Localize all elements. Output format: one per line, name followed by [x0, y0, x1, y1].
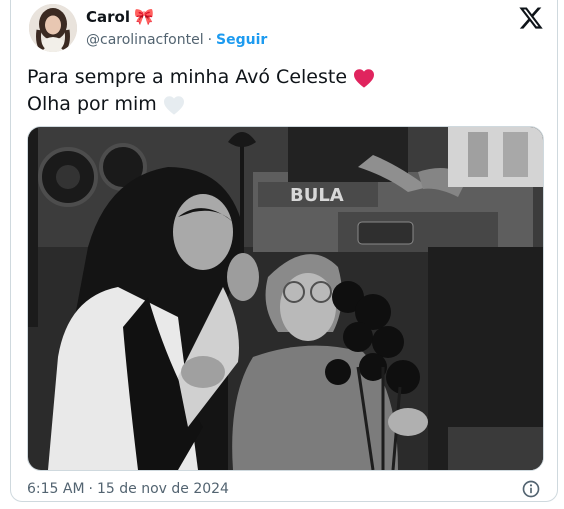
red-heart-icon: [354, 68, 375, 88]
tweet-date: 15 de nov de 2024: [97, 481, 229, 497]
x-logo-icon[interactable]: [518, 5, 544, 31]
tweet-line-2-text: Olha por mim: [27, 93, 157, 115]
tweet-photo[interactable]: BULA: [27, 126, 544, 471]
avatar[interactable]: [29, 4, 77, 52]
info-icon[interactable]: [521, 479, 541, 499]
tweet-line-1: Para sempre a minha Avó Celeste: [27, 64, 375, 91]
avatar-image: [29, 4, 77, 52]
author-name-row: Carol 🎀: [86, 8, 154, 26]
tweet-line-2: Olha por mim: [27, 91, 375, 118]
tweet-time: 6:15 AM: [27, 481, 85, 497]
photo-image: BULA: [28, 127, 543, 470]
ribbon-emoji-icon: 🎀: [133, 7, 154, 26]
white-heart-icon: [163, 95, 184, 115]
author-handle[interactable]: @carolinacfontel: [86, 32, 204, 48]
follow-button[interactable]: Seguir: [216, 32, 267, 48]
vehicle-sign-text: BULA: [290, 185, 344, 206]
author-handle-row: @carolinacfontel · Seguir: [86, 32, 267, 48]
timestamp-separator: ·: [88, 481, 93, 497]
tweet-card: Carol 🎀 @carolinacfontel · Seguir Para s…: [10, 0, 558, 502]
handle-separator: ·: [207, 32, 213, 48]
author-name[interactable]: Carol: [86, 8, 130, 26]
tweet-text: Para sempre a minha Avó Celeste Olha por…: [27, 64, 375, 118]
tweet-timestamp[interactable]: 6:15 AM · 15 de nov de 2024: [27, 481, 229, 497]
tweet-line-1-text: Para sempre a minha Avó Celeste: [27, 66, 348, 88]
